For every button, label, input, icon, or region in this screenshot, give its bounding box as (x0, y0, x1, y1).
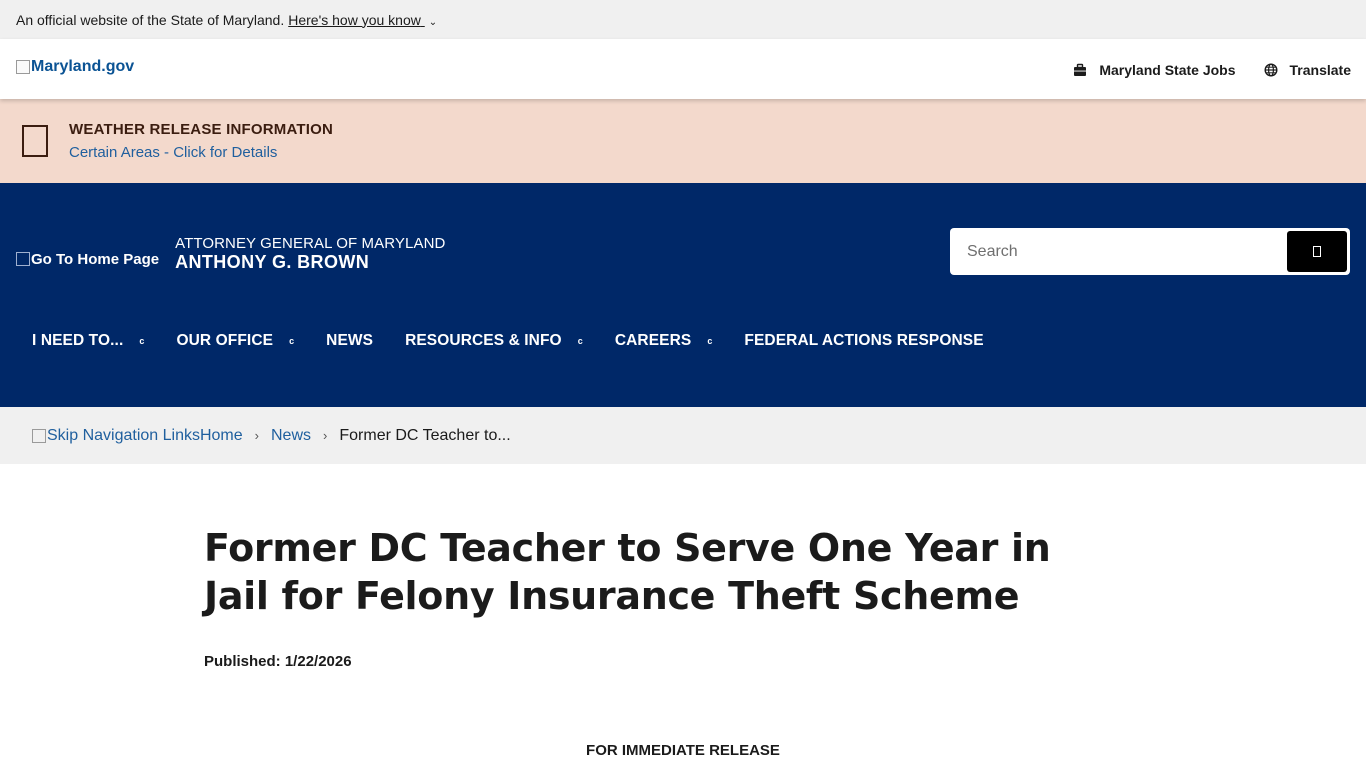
nav-label: OUR OFFICE (176, 332, 274, 349)
chevron-down-icon: c (577, 336, 583, 346)
how-you-know-label: Here's how you know (288, 11, 421, 28)
chevron-down-icon: c (289, 336, 295, 346)
nav-careers[interactable]: CAREERS c (599, 332, 729, 350)
nav-our-office[interactable]: OUR OFFICE c (160, 332, 310, 350)
how-you-know-link[interactable]: Here's how you know ⌄ (288, 12, 437, 28)
maryland-gov-header: Maryland.gov Maryland State Jobs Transla… (0, 39, 1366, 99)
breadcrumb-current: Former DC Teacher to... (339, 426, 511, 444)
nav-resources-info[interactable]: RESOURCES & INFO c (389, 332, 599, 350)
alert-icon (22, 125, 48, 157)
breadcrumb-home-label: Home (199, 426, 243, 444)
breadcrumb: Skip Navigation Links Home › News › Forme… (0, 407, 1366, 464)
state-jobs-label: Maryland State Jobs (1099, 62, 1236, 78)
nav-label: FEDERAL ACTIONS RESPONSE (744, 332, 984, 349)
breadcrumb-home-link[interactable]: Skip Navigation Links Home (32, 427, 243, 445)
utility-links: Maryland State Jobs Translate (1073, 62, 1351, 78)
main-navigation: I NEED TO... c OUR OFFICE c NEWS RESOURC… (16, 326, 1000, 356)
nav-i-need-to[interactable]: I NEED TO... c (16, 332, 160, 350)
home-logo-link[interactable]: Go To Home Page (16, 251, 159, 268)
skip-navigation-alt: Skip Navigation Links (47, 426, 200, 444)
nav-news[interactable]: NEWS (310, 332, 389, 350)
broken-image-icon (32, 428, 46, 443)
nav-label: RESOURCES & INFO (405, 332, 562, 349)
alert-text-group: WEATHER RELEASE INFORMATION Certain Area… (69, 121, 333, 161)
alert-title: WEATHER RELEASE INFORMATION (69, 121, 334, 138)
search-button[interactable] (1287, 231, 1347, 272)
agency-title-block: ATTORNEY GENERAL OF MARYLAND ANTHONY G. … (175, 235, 445, 273)
search-input[interactable] (953, 231, 1287, 272)
article-content: Former DC Teacher to Serve One Year in J… (0, 524, 1366, 759)
official-site-text: An official website of the State of Mary… (16, 11, 285, 28)
breadcrumb-news-link[interactable]: News (271, 427, 311, 445)
maryland-gov-logo-alt: Maryland.gov (31, 58, 135, 75)
official-site-banner: An official website of the State of Mary… (0, 0, 1366, 39)
release-label: FOR IMMEDIATE RELEASE (586, 742, 780, 759)
search-icon (1313, 246, 1321, 257)
briefcase-icon (1074, 63, 1087, 76)
agency-header: Go To Home Page ATTORNEY GENERAL OF MARY… (0, 183, 1366, 407)
weather-alert-banner: WEATHER RELEASE INFORMATION Certain Area… (0, 99, 1366, 183)
broken-image-icon (16, 252, 30, 266)
published-date: Published: 1/22/2026 (204, 653, 352, 670)
translate-label: Translate (1289, 62, 1351, 78)
agency-brand: Go To Home Page ATTORNEY GENERAL OF MARY… (16, 235, 445, 273)
chevron-down-icon: ⌄ (428, 16, 438, 28)
agency-official-name: ANTHONY G. BROWN (175, 252, 370, 272)
chevron-down-icon: c (707, 336, 713, 346)
search-form (950, 228, 1350, 275)
chevron-right-icon: › (323, 428, 328, 443)
home-logo-alt: Go To Home Page (31, 250, 160, 268)
maryland-gov-logo-link[interactable]: Maryland.gov (16, 58, 134, 76)
broken-image-icon (16, 60, 30, 74)
nav-label: I NEED TO... (32, 332, 124, 349)
page-title: Former DC Teacher to Serve One Year in J… (204, 526, 1051, 618)
nav-federal-actions-response[interactable]: FEDERAL ACTIONS RESPONSE (728, 332, 999, 350)
nav-label: NEWS (326, 332, 374, 349)
alert-details-link[interactable]: Certain Areas - Click for Details (69, 144, 333, 161)
state-jobs-link[interactable]: Maryland State Jobs (1073, 62, 1236, 78)
chevron-down-icon: c (139, 336, 145, 346)
agency-office-title: ATTORNEY GENERAL OF MARYLAND (175, 235, 446, 252)
translate-link[interactable]: Translate (1264, 62, 1351, 78)
nav-label: CAREERS (614, 332, 692, 349)
chevron-right-icon: › (254, 428, 259, 443)
globe-icon (1264, 63, 1278, 77)
